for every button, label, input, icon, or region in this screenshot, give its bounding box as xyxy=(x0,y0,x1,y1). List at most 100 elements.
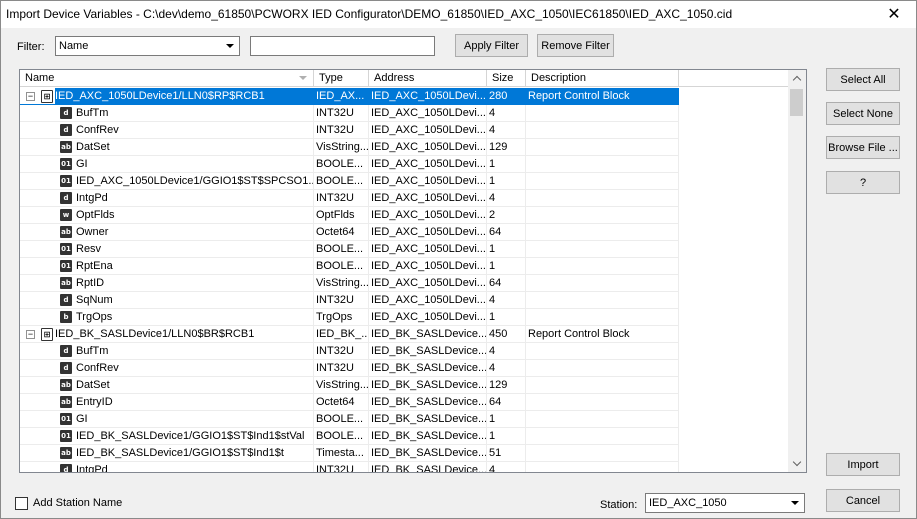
cell-name: 01 IED_AXC_1050LDevice1/GGIO1$ST$SPCSO1..… xyxy=(20,173,314,190)
row-name-text: SqNum xyxy=(76,294,113,306)
table-row[interactable]: 01 IED_BK_SASLDevice1/GGIO1$ST$Ind1$stVal… xyxy=(20,428,788,445)
table-row[interactable]: d IntgPd INT32U IED_AXC_1050LDevi... 4 xyxy=(20,190,788,207)
column-header-name[interactable]: Name xyxy=(20,70,314,87)
cell-description xyxy=(526,139,679,156)
cell-address: IED_AXC_1050LDevi... xyxy=(369,309,487,326)
cancel-button[interactable]: Cancel xyxy=(826,489,900,512)
table-row[interactable]: 01 RptEna BOOLE... IED_AXC_1050LDevi... 1 xyxy=(20,258,788,275)
cell-address: IED_AXC_1050LDevi... xyxy=(369,122,487,139)
cell-description xyxy=(526,292,679,309)
cell-size: 4 xyxy=(487,462,526,472)
scroll-thumb[interactable] xyxy=(790,89,803,116)
apply-filter-button[interactable]: Apply Filter xyxy=(455,34,528,57)
table-row[interactable]: d IntgPd INT32U IED_BK_SASLDevice... 4 xyxy=(20,462,788,473)
table-row[interactable]: d ConfRev INT32U IED_BK_SASLDevice... 4 xyxy=(20,360,788,377)
cell-size: 64 xyxy=(487,275,526,292)
cell-description xyxy=(526,428,679,445)
cell-description xyxy=(526,411,679,428)
filter-field-value: Name xyxy=(59,40,89,52)
cell-address: IED_BK_SASLDevice... xyxy=(369,411,487,428)
cell-address: IED_AXC_1050LDevi... xyxy=(369,156,487,173)
table-row[interactable]: w OptFlds OptFlds IED_AXC_1050LDevi... 2 xyxy=(20,207,788,224)
cell-name: d ConfRev xyxy=(20,122,314,139)
help-button[interactable]: ? xyxy=(826,171,900,194)
cell-name: w OptFlds xyxy=(20,207,314,224)
row-name-text: GI xyxy=(76,413,88,425)
chevron-down-icon xyxy=(222,38,238,54)
add-station-checkbox[interactable] xyxy=(15,497,28,510)
vertical-scrollbar[interactable] xyxy=(788,70,806,472)
cell-address: IED_AXC_1050LDevi... xyxy=(369,88,487,105)
boolean-type-icon: 01 xyxy=(60,430,72,442)
report-control-block-icon: ⊞ xyxy=(41,90,53,103)
close-button[interactable]: ✕ xyxy=(871,0,917,28)
row-name-text: BufTm xyxy=(76,345,109,357)
column-header-address[interactable]: Address xyxy=(369,70,487,87)
browse-file-button[interactable]: Browse File ... xyxy=(826,136,900,159)
table-row[interactable]: 01 GI BOOLE... IED_BK_SASLDevice... 1 xyxy=(20,411,788,428)
scroll-up-button[interactable] xyxy=(788,70,806,87)
filter-text-input[interactable] xyxy=(250,36,435,56)
filter-label: Filter: xyxy=(17,41,45,53)
cell-size: 4 xyxy=(487,190,526,207)
table-row[interactable]: ab DatSet VisString... IED_AXC_1050LDevi...… xyxy=(20,139,788,156)
table-row[interactable]: d BufTm INT32U IED_AXC_1050LDevi... 4 xyxy=(20,105,788,122)
chevron-down-icon xyxy=(787,495,803,511)
group-row[interactable]: − ⊞ IED_BK_SASLDevice1/LLN0$BR$RCB1 IED_BK_… xyxy=(20,326,788,343)
table-row[interactable]: 01 IED_AXC_1050LDevice1/GGIO1$ST$SPCSO1..… xyxy=(20,173,788,190)
column-header-description[interactable]: Description xyxy=(526,70,679,87)
cell-description xyxy=(526,258,679,275)
variables-grid[interactable]: Name Type Address Size Description − ⊞ IED… xyxy=(19,69,807,473)
row-name-text: IED_BK_SASLDevice1/GGIO1$ST$Ind1$stVal xyxy=(76,430,305,442)
station-dropdown[interactable]: IED_AXC_1050 xyxy=(645,493,805,513)
cell-size: 51 xyxy=(487,445,526,462)
table-row[interactable]: ab DatSet VisString... IED_BK_SASLDevice...… xyxy=(20,377,788,394)
row-name-text: IntgPd xyxy=(76,464,108,473)
table-row[interactable]: d ConfRev INT32U IED_AXC_1050LDevi... 4 xyxy=(20,122,788,139)
scroll-down-button[interactable] xyxy=(788,455,806,472)
cell-description xyxy=(526,105,679,122)
row-name-text: TrgOps xyxy=(76,311,113,323)
row-name-text: Owner xyxy=(76,226,109,238)
column-header-type[interactable]: Type xyxy=(314,70,369,87)
window-title: Import Device Variables - C:\dev\demo_61… xyxy=(6,7,733,21)
integer-type-icon: d xyxy=(60,192,72,204)
cell-name: d ConfRev xyxy=(20,360,314,377)
cell-type: Octet64 xyxy=(314,394,369,411)
table-row[interactable]: ab Owner Octet64 IED_AXC_1050LDevi... 64 xyxy=(20,224,788,241)
table-row[interactable]: 01 Resv BOOLE... IED_AXC_1050LDevi... 1 xyxy=(20,241,788,258)
word-type-icon: w xyxy=(60,209,72,221)
table-row[interactable]: ab RptID VisString... IED_AXC_1050LDevi... 6… xyxy=(20,275,788,292)
cell-address: IED_AXC_1050LDevi... xyxy=(369,173,487,190)
table-row[interactable]: d BufTm INT32U IED_BK_SASLDevice... 4 xyxy=(20,343,788,360)
table-row[interactable]: b TrgOps TrgOps IED_AXC_1050LDevi... 1 xyxy=(20,309,788,326)
import-button[interactable]: Import xyxy=(826,453,900,476)
column-header-size[interactable]: Size xyxy=(487,70,526,87)
cell-type: VisString... xyxy=(314,377,369,394)
cell-description xyxy=(526,360,679,377)
remove-filter-button[interactable]: Remove Filter xyxy=(537,34,614,57)
filter-field-dropdown[interactable]: Name xyxy=(55,36,240,56)
collapse-icon[interactable]: − xyxy=(26,330,35,339)
boolean-type-icon: 01 xyxy=(60,175,72,187)
row-name-text: EntryID xyxy=(76,396,113,408)
table-row[interactable]: ab IED_BK_SASLDevice1/GGIO1$ST$Ind1$t Time… xyxy=(20,445,788,462)
collapse-icon[interactable]: − xyxy=(26,92,35,101)
table-row[interactable]: d SqNum INT32U IED_AXC_1050LDevi... 4 xyxy=(20,292,788,309)
select-none-button[interactable]: Select None xyxy=(826,102,900,125)
cell-size: 4 xyxy=(487,292,526,309)
row-name-text: BufTm xyxy=(76,107,109,119)
cell-address: IED_BK_SASLDevice... xyxy=(369,445,487,462)
row-name-text: IntgPd xyxy=(76,192,108,204)
cell-description xyxy=(526,241,679,258)
cell-type: INT32U xyxy=(314,122,369,139)
table-row[interactable]: 01 GI BOOLE... IED_AXC_1050LDevi... 1 xyxy=(20,156,788,173)
group-row[interactable]: − ⊞ IED_AXC_1050LDevice1/LLN0$RP$RCB1 IED_A… xyxy=(20,88,788,105)
cell-type: IED_AX... xyxy=(314,88,369,105)
cell-address: IED_BK_SASLDevice... xyxy=(369,360,487,377)
table-row[interactable]: ab EntryID Octet64 IED_BK_SASLDevice... 64 xyxy=(20,394,788,411)
cell-address: IED_BK_SASLDevice... xyxy=(369,462,487,472)
chevron-down-icon xyxy=(792,457,802,467)
select-all-button[interactable]: Select All xyxy=(826,68,900,91)
cell-description xyxy=(526,394,679,411)
